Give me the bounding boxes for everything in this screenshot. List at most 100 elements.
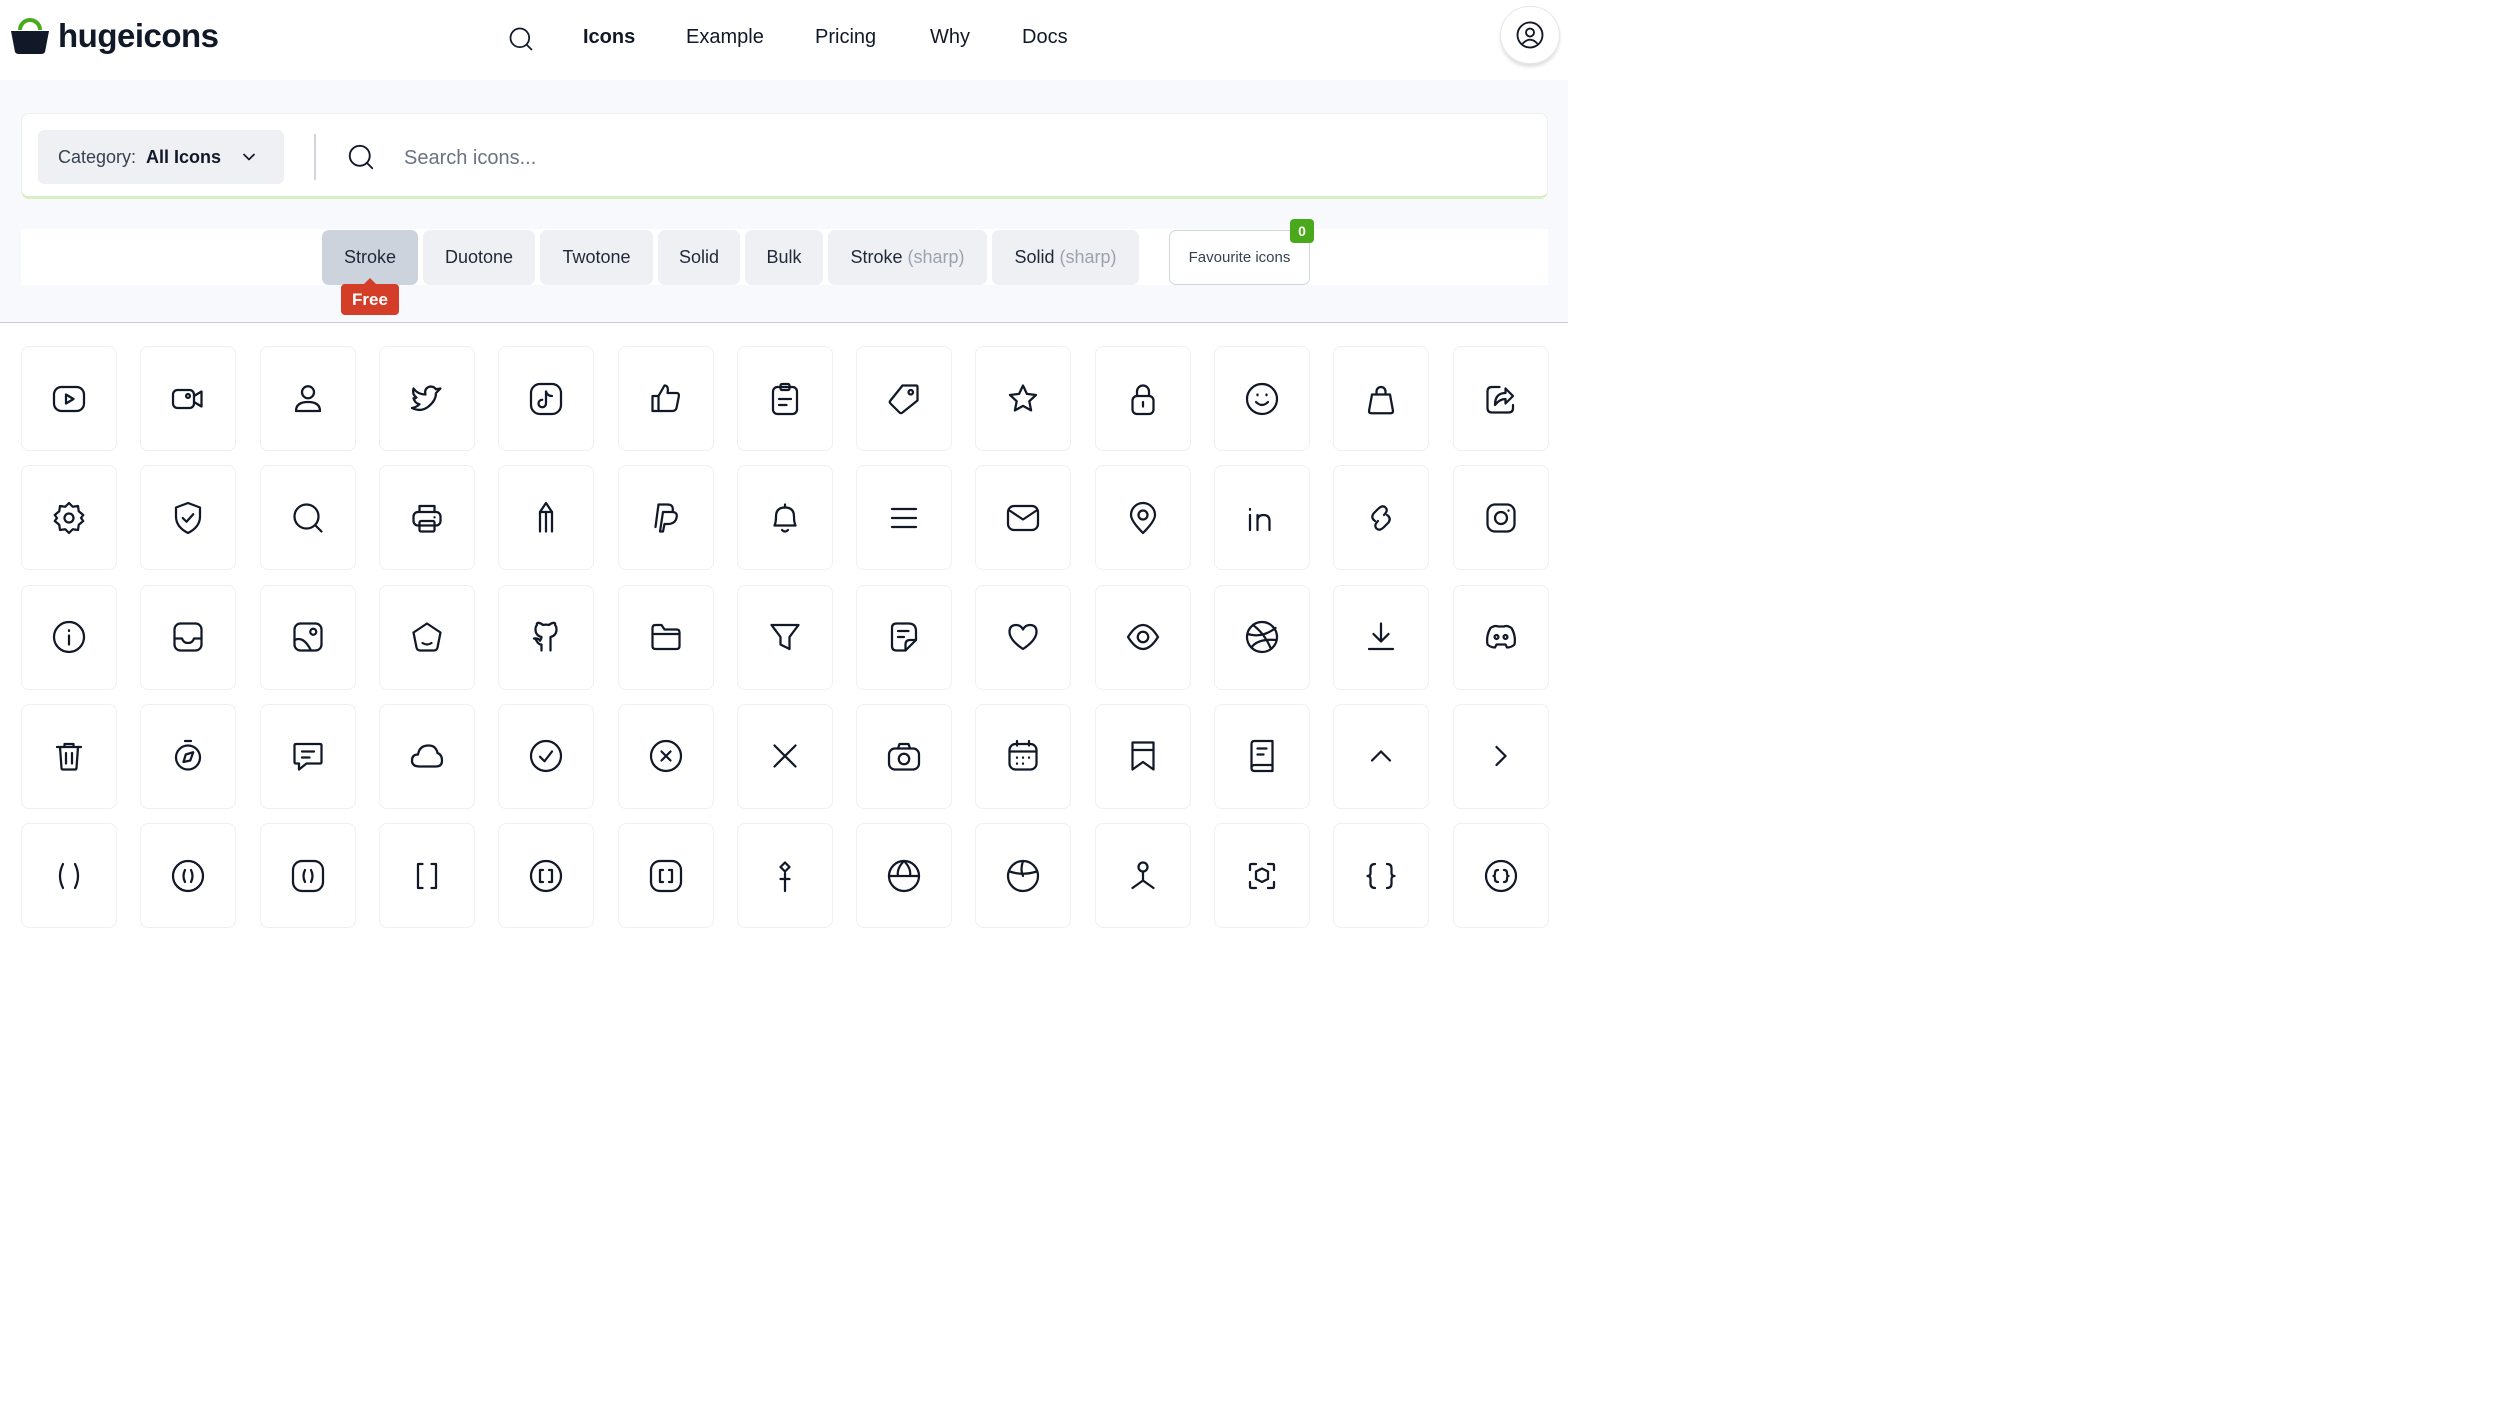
icon-tile-arrow-right[interactable] bbox=[1452, 703, 1549, 809]
icon-tile-filter[interactable] bbox=[736, 584, 833, 690]
arrow-up-icon bbox=[1363, 738, 1399, 774]
icon-tile-pencil[interactable] bbox=[498, 465, 595, 571]
icon-tile-book[interactable] bbox=[1214, 703, 1310, 809]
tab-solid-sharp[interactable]: Solid (sharp) bbox=[992, 230, 1139, 285]
check-circle-icon bbox=[528, 738, 564, 774]
icon-tile-comment[interactable] bbox=[259, 703, 356, 809]
icon-tile-location[interactable] bbox=[1094, 465, 1191, 571]
icon-tile-compass[interactable] bbox=[140, 703, 237, 809]
icon-tile-folder[interactable] bbox=[617, 584, 714, 690]
home-icon bbox=[409, 619, 445, 655]
icon-tile-github[interactable] bbox=[498, 584, 595, 690]
icon-tile-paypal[interactable] bbox=[617, 465, 714, 571]
filter-icon bbox=[767, 619, 803, 655]
icon-tile-lock[interactable] bbox=[1094, 346, 1191, 451]
icon-tile-share[interactable] bbox=[1452, 346, 1549, 451]
icon-tile-favourite[interactable] bbox=[975, 584, 1072, 690]
icon-tile-hierarchy[interactable] bbox=[1094, 823, 1191, 929]
tab-stroke-sharp[interactable]: Stroke (sharp) bbox=[828, 230, 987, 285]
eye-icon bbox=[1125, 619, 1161, 655]
nav-icons[interactable]: Icons bbox=[583, 26, 635, 49]
icon-tile-notification[interactable] bbox=[736, 465, 833, 571]
tab-stroke[interactable]: Stroke bbox=[322, 230, 418, 285]
hierarchy-icon bbox=[1125, 858, 1161, 894]
icon-tile-cancel[interactable] bbox=[736, 703, 833, 809]
icon-tile-clipboard[interactable] bbox=[736, 346, 833, 451]
icon-tile-camera[interactable] bbox=[856, 703, 953, 809]
icon-tile-shield-check[interactable] bbox=[140, 465, 237, 571]
tab-duotone[interactable]: Duotone bbox=[423, 230, 535, 285]
nav-why[interactable]: Why bbox=[930, 26, 970, 49]
icon-tile-check-circle[interactable] bbox=[498, 703, 595, 809]
icon-tile-menu[interactable] bbox=[856, 465, 953, 571]
icon-tile-file[interactable] bbox=[856, 584, 953, 690]
icon-tile-settings[interactable] bbox=[21, 465, 117, 571]
category-dropdown[interactable]: Category: All Icons bbox=[38, 130, 284, 184]
search-icon[interactable] bbox=[507, 25, 535, 53]
icon-tile-globe-2[interactable] bbox=[975, 823, 1072, 929]
icon-tile-pin[interactable] bbox=[736, 823, 833, 929]
icon-tile-linkedin[interactable] bbox=[1214, 465, 1310, 571]
icon-tile-cloud[interactable] bbox=[378, 703, 475, 809]
icon-tile-arrow-up[interactable] bbox=[1333, 703, 1430, 809]
icon-tile-bookmark[interactable] bbox=[1094, 703, 1191, 809]
nav-docs[interactable]: Docs bbox=[1022, 26, 1068, 49]
icon-tile-bracket-round[interactable] bbox=[21, 823, 117, 929]
camera-icon bbox=[886, 738, 922, 774]
tab-label: Solid bbox=[1014, 247, 1055, 267]
icon-tile-link[interactable] bbox=[1333, 465, 1430, 571]
icon-tile-cancel-circle[interactable] bbox=[617, 703, 714, 809]
icon-tile-bracket-circle[interactable] bbox=[140, 823, 237, 929]
icon-tile-globe[interactable] bbox=[856, 823, 953, 929]
brand-logo[interactable]: hugeicons bbox=[10, 16, 219, 56]
tab-bulk[interactable]: Bulk bbox=[745, 230, 823, 285]
search-divider bbox=[314, 134, 316, 180]
nav-example[interactable]: Example bbox=[686, 26, 764, 49]
icon-tile-shopping-bag[interactable] bbox=[1333, 346, 1430, 451]
icon-tile-smile[interactable] bbox=[1214, 346, 1310, 451]
icon-tile-mail[interactable] bbox=[975, 465, 1072, 571]
icon-tile-star[interactable] bbox=[975, 346, 1072, 451]
icon-tile-calendar[interactable] bbox=[975, 703, 1072, 809]
icon-tile-delete[interactable] bbox=[21, 703, 117, 809]
icon-tile-user[interactable] bbox=[259, 346, 356, 451]
shield-check-icon bbox=[170, 500, 206, 536]
chevron-down-icon bbox=[243, 153, 255, 161]
icon-tile-dribbble[interactable] bbox=[1214, 584, 1310, 690]
icon-tile-twitter[interactable] bbox=[378, 346, 475, 451]
icon-tile-image[interactable] bbox=[259, 584, 356, 690]
user-account-button[interactable] bbox=[1500, 6, 1560, 64]
icon-tile-download[interactable] bbox=[1333, 584, 1430, 690]
search-icon bbox=[290, 500, 326, 536]
user-icon bbox=[290, 381, 326, 417]
icon-tile-home[interactable] bbox=[378, 584, 475, 690]
icon-tile-inbox[interactable] bbox=[140, 584, 237, 690]
icon-tile-bracket-square[interactable] bbox=[378, 823, 475, 929]
icon-tile-cube-scan[interactable] bbox=[1214, 823, 1310, 929]
bookmark-icon bbox=[1125, 738, 1161, 774]
nav-pricing[interactable]: Pricing bbox=[815, 26, 876, 49]
icon-tile-video-camera[interactable] bbox=[140, 346, 237, 451]
icon-tile-instagram[interactable] bbox=[1452, 465, 1549, 571]
icon-tile-information[interactable] bbox=[21, 584, 117, 690]
icon-tile-bracket-circle-2[interactable] bbox=[498, 823, 595, 929]
icon-tile-bracket-square-rounded[interactable] bbox=[259, 823, 356, 929]
icon-tile-printer[interactable] bbox=[378, 465, 475, 571]
icon-tile-thumbs-up[interactable] bbox=[617, 346, 714, 451]
icon-tile-eye[interactable] bbox=[1094, 584, 1191, 690]
icon-tile-curly-brackets-circle[interactable] bbox=[1452, 823, 1549, 929]
icon-tile-tag[interactable] bbox=[856, 346, 953, 451]
icon-tile-curly-brackets[interactable] bbox=[1333, 823, 1430, 929]
icon-tile-search[interactable] bbox=[259, 465, 356, 571]
tab-twotone[interactable]: Twotone bbox=[540, 230, 653, 285]
icon-tile-tiktok[interactable] bbox=[498, 346, 595, 451]
icon-tile-youtube[interactable] bbox=[21, 346, 117, 451]
icon-tile-bracket-square-2[interactable] bbox=[617, 823, 714, 929]
share-icon bbox=[1483, 381, 1519, 417]
tab-solid[interactable]: Solid bbox=[658, 230, 740, 285]
favourite-icons-button[interactable]: Favourite icons bbox=[1169, 230, 1310, 285]
youtube-icon bbox=[51, 381, 87, 417]
search-input[interactable] bbox=[402, 136, 1506, 180]
favourite-icons-label: Favourite icons bbox=[1188, 249, 1291, 266]
icon-tile-discord[interactable] bbox=[1452, 584, 1549, 690]
